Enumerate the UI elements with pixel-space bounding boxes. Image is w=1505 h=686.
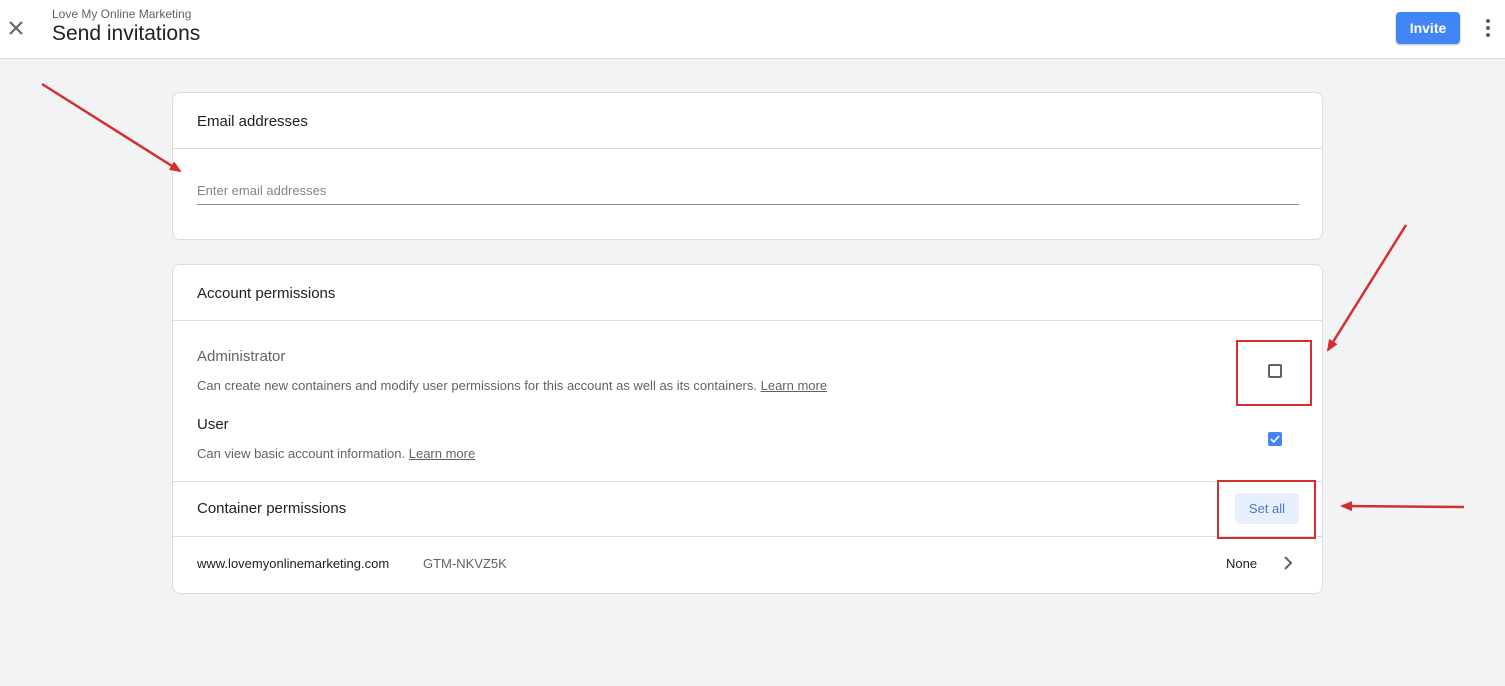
learn-more-link[interactable]: Learn more [761, 378, 827, 393]
role-description-text: Can view basic account information. [197, 446, 406, 461]
page-title: Send invitations [52, 22, 201, 45]
role-administrator-name: Administrator [197, 348, 286, 365]
container-id: GTM-NKVZ5K [423, 556, 507, 571]
annotation-box-set-all [1217, 480, 1316, 539]
role-user-name: User [197, 416, 229, 433]
container-permissions-title: Container permissions [197, 500, 347, 517]
annotation-arrow [1326, 224, 1408, 352]
top-app-bar: Love My Online Marketing Send invitation… [0, 0, 1505, 59]
email-input[interactable] [197, 176, 1299, 205]
container-permission-value: None [1226, 556, 1258, 571]
role-user-description: Can view basic account information. Lear… [197, 446, 475, 461]
divider [173, 148, 1322, 149]
user-checkbox[interactable] [1268, 432, 1282, 446]
learn-more-link[interactable]: Learn more [409, 446, 475, 461]
role-administrator-description: Can create new containers and modify use… [197, 378, 827, 393]
divider [173, 481, 1322, 482]
close-icon [9, 21, 23, 35]
account-permissions-card: Account permissions Administrator Can cr… [172, 264, 1323, 594]
annotation-arrow [41, 82, 182, 173]
invite-button[interactable]: Invite [1396, 12, 1460, 44]
role-description-text: Can create new containers and modify use… [197, 378, 757, 393]
permissions-card-title: Account permissions [197, 285, 336, 302]
chevron-right-icon[interactable] [1280, 555, 1296, 571]
email-addresses-card: Email addresses [172, 92, 1323, 240]
close-button[interactable] [4, 16, 28, 40]
more-vert-icon [1486, 19, 1490, 37]
divider [173, 320, 1322, 321]
container-name: www.lovemyonlinemarketing.com [197, 556, 390, 571]
divider [173, 536, 1322, 537]
account-name: Love My Online Marketing [52, 7, 192, 21]
checkmark-icon [1270, 435, 1280, 444]
annotation-arrow [1340, 501, 1465, 512]
more-options-button[interactable] [1478, 16, 1498, 40]
annotation-box-administrator [1236, 340, 1312, 406]
email-card-title: Email addresses [197, 113, 308, 130]
